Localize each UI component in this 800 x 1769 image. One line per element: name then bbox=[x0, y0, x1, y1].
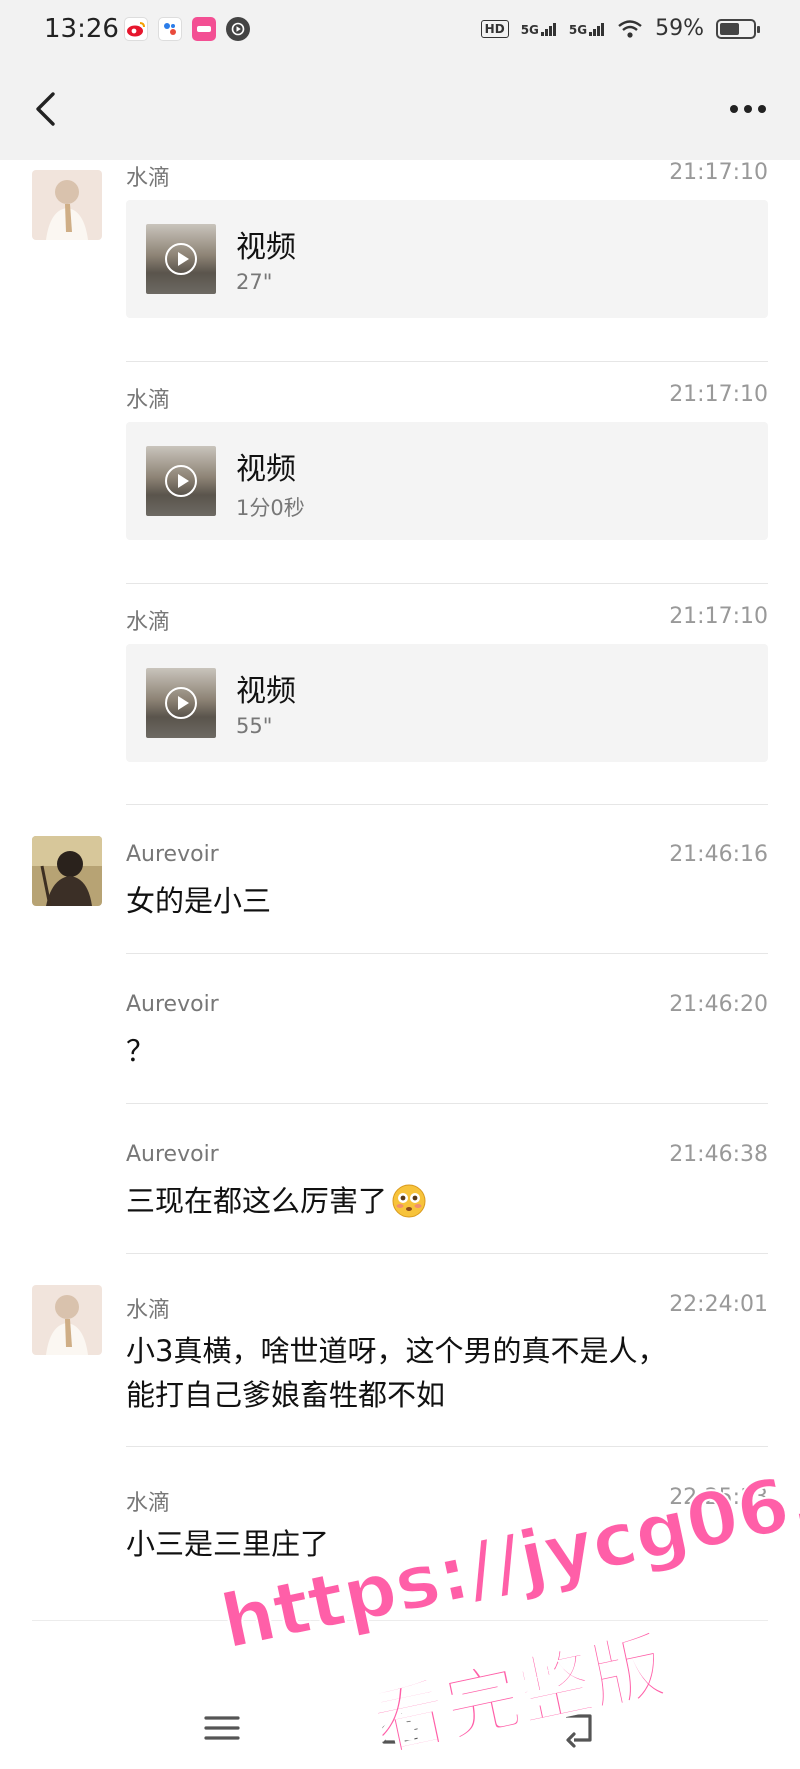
signal-bars-icon bbox=[540, 22, 556, 36]
message-item: 水滴 22:25:13 小三是三里庄了 bbox=[126, 1485, 768, 1575]
video-message-card[interactable]: 视频 1分0秒 bbox=[126, 422, 768, 540]
back-nav-button[interactable] bbox=[550, 1700, 606, 1756]
sender-name: Aurevoir bbox=[126, 992, 219, 1017]
system-nav-bar bbox=[0, 1620, 800, 1769]
message-time: 21:17:10 bbox=[669, 160, 768, 185]
status-time: 13:26 bbox=[44, 14, 119, 44]
video-thumbnail bbox=[146, 446, 216, 516]
divider bbox=[126, 953, 768, 954]
app-icon bbox=[192, 17, 216, 41]
message-item: Aurevoir 21:46:20 ？ bbox=[126, 992, 768, 1082]
video-duration: 55" bbox=[236, 714, 273, 738]
chevron-left-icon bbox=[36, 92, 55, 126]
message-time: 22:25:13 bbox=[669, 1485, 768, 1510]
menu-icon bbox=[204, 1716, 240, 1740]
message-item: 水滴 22:24:01 小3真横，啥世道呀，这个男的真不是人， 能打自己爹娘畜牲… bbox=[126, 1292, 768, 1422]
top-nav-bar bbox=[0, 62, 800, 160]
home-icon bbox=[382, 1712, 418, 1744]
divider bbox=[126, 804, 768, 805]
more-horizontal-icon bbox=[730, 105, 738, 113]
back-icon bbox=[566, 1714, 592, 1748]
message-text: 女的是小三 bbox=[126, 884, 272, 918]
message-item: 水滴 21:17:10 视频 55" bbox=[126, 604, 768, 764]
message-time: 21:46:20 bbox=[669, 992, 768, 1017]
sender-name: 水滴 bbox=[126, 1491, 171, 1516]
video-title: 视频 bbox=[236, 230, 296, 265]
divider bbox=[126, 1253, 768, 1254]
signal-5g-2: 5G bbox=[569, 22, 605, 36]
sender-name: Aurevoir bbox=[126, 842, 219, 867]
sender-name: 水滴 bbox=[126, 610, 171, 635]
sender-name: 水滴 bbox=[126, 1298, 171, 1323]
battery-fill bbox=[720, 22, 739, 35]
avatar[interactable] bbox=[32, 836, 102, 906]
home-button[interactable] bbox=[372, 1700, 428, 1756]
message-text-line: 能打自己爹娘畜牲都不如 bbox=[126, 1378, 446, 1412]
video-thumbnail bbox=[146, 224, 216, 294]
app-icon bbox=[158, 17, 182, 41]
play-icon bbox=[165, 687, 197, 719]
message-item: Aurevoir 21:46:38 三现在都这么厉害了 bbox=[126, 1142, 768, 1232]
message-text: 三现在都这么厉害了 bbox=[126, 1180, 427, 1222]
battery-percent: 59% bbox=[655, 16, 704, 41]
message-time: 21:46:38 bbox=[669, 1142, 768, 1167]
weibo-icon bbox=[124, 17, 148, 41]
sender-name: 水滴 bbox=[126, 166, 171, 191]
sender-name: Aurevoir bbox=[126, 1142, 219, 1167]
divider bbox=[32, 1620, 768, 1621]
divider bbox=[126, 1446, 768, 1447]
back-button[interactable] bbox=[22, 84, 72, 134]
divider bbox=[126, 1103, 768, 1104]
video-duration: 27" bbox=[236, 270, 273, 294]
status-bar: 13:26 HD 5G 5G 59% bbox=[0, 0, 800, 62]
divider bbox=[126, 583, 768, 584]
message-time: 21:46:16 bbox=[669, 842, 768, 867]
menu-button[interactable] bbox=[194, 1700, 250, 1756]
battery-icon bbox=[716, 18, 760, 39]
video-thumbnail bbox=[146, 668, 216, 738]
media-icon bbox=[226, 17, 250, 41]
message-time: 21:17:10 bbox=[669, 604, 768, 629]
avatar[interactable] bbox=[32, 1285, 102, 1355]
divider bbox=[126, 361, 768, 362]
hd-icon: HD bbox=[480, 19, 509, 38]
video-message-card[interactable]: 视频 27" bbox=[126, 200, 768, 318]
video-message-card[interactable]: 视频 55" bbox=[126, 644, 768, 762]
message-item: Aurevoir 21:46:16 女的是小三 bbox=[126, 842, 768, 932]
message-text-content: 三现在都这么厉害了 bbox=[126, 1184, 388, 1218]
play-icon bbox=[165, 243, 197, 275]
signal-5g-1: 5G bbox=[521, 22, 557, 36]
notification-icons bbox=[124, 17, 250, 41]
message-text-line: 小3真横，啥世道呀，这个男的真不是人， bbox=[126, 1334, 667, 1368]
message-item: 水滴 21:17:10 视频 1分0秒 bbox=[126, 382, 768, 542]
message-item: 水滴 21:17:10 视频 27" bbox=[126, 160, 768, 320]
more-button[interactable] bbox=[718, 84, 778, 134]
video-title: 视频 bbox=[236, 452, 296, 487]
message-time: 21:17:10 bbox=[669, 382, 768, 407]
avatar[interactable] bbox=[32, 170, 102, 240]
wifi-icon bbox=[618, 19, 642, 38]
signal-bars-icon bbox=[589, 22, 605, 36]
message-text: ？ bbox=[126, 1034, 156, 1068]
play-icon bbox=[165, 465, 197, 497]
message-time: 22:24:01 bbox=[669, 1292, 768, 1317]
sender-name: 水滴 bbox=[126, 388, 171, 413]
video-duration: 1分0秒 bbox=[236, 496, 305, 520]
status-right: HD 5G 5G 59% bbox=[480, 16, 760, 41]
flushed-face-icon bbox=[392, 1184, 426, 1218]
message-text: 小三是三里庄了 bbox=[126, 1527, 330, 1561]
video-title: 视频 bbox=[236, 674, 296, 709]
